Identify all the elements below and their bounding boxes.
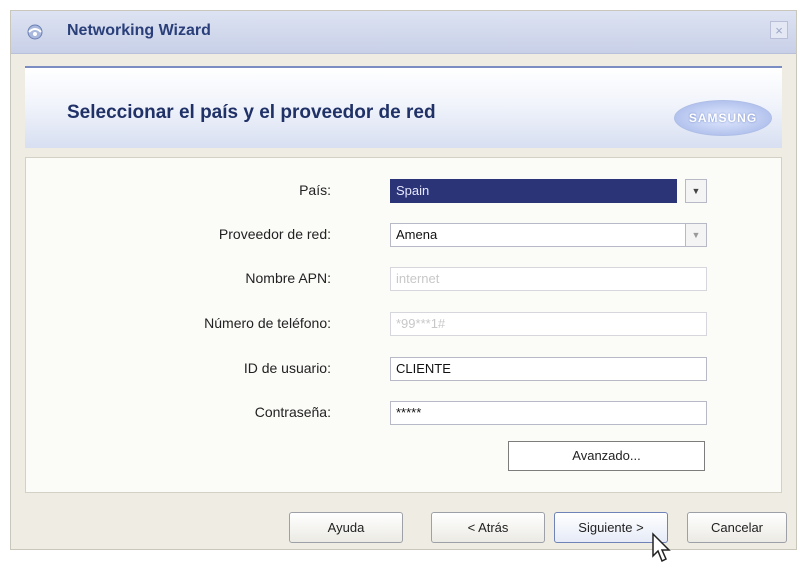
password-field[interactable]: ***** (390, 401, 707, 425)
page-title: Seleccionar el país y el proveedor de re… (67, 102, 436, 123)
country-label: País: (299, 182, 331, 198)
apn-field[interactable]: internet (390, 267, 707, 291)
advanced-button[interactable]: Avanzado... (508, 441, 705, 471)
user-id-label: ID de usuario: (243, 360, 331, 376)
close-button[interactable]: × (770, 21, 788, 39)
password-label: Contraseña: (254, 404, 331, 420)
window-title: Networking Wizard (67, 22, 211, 39)
provider-dropdown-button[interactable]: ▼ (685, 223, 707, 247)
samsung-logo: SAMSUNG (674, 100, 772, 136)
mouse-pointer-icon (651, 532, 671, 564)
chevron-down-icon: ▼ (691, 230, 701, 240)
close-icon: × (775, 23, 783, 38)
chevron-down-icon: ▼ (691, 186, 701, 196)
cancel-button[interactable]: Cancelar (687, 512, 787, 543)
provider-select[interactable]: Amena (390, 223, 707, 247)
wizard-app-icon (25, 23, 45, 41)
phone-label: Número de teléfono: (204, 315, 331, 331)
back-button[interactable]: < Atrás (431, 512, 545, 543)
title-bar: Networking Wizard × (11, 11, 796, 54)
country-select[interactable]: Spain (390, 179, 677, 203)
phone-field[interactable]: *99***1# (390, 312, 707, 336)
apn-label: Nombre APN: (245, 270, 331, 286)
form-panel: País: Spain ▼ Proveedor de red: Amena ▼ … (25, 157, 782, 493)
provider-label: Proveedor de red: (218, 226, 331, 242)
help-button[interactable]: Ayuda (289, 512, 403, 543)
networking-wizard-window: Networking Wizard × Seleccionar el país … (10, 10, 797, 563)
wizard-header-banner: Seleccionar el país y el proveedor de re… (25, 66, 782, 148)
user-id-field[interactable]: CLIENTE (390, 357, 707, 381)
country-dropdown-button[interactable]: ▼ (685, 179, 707, 203)
